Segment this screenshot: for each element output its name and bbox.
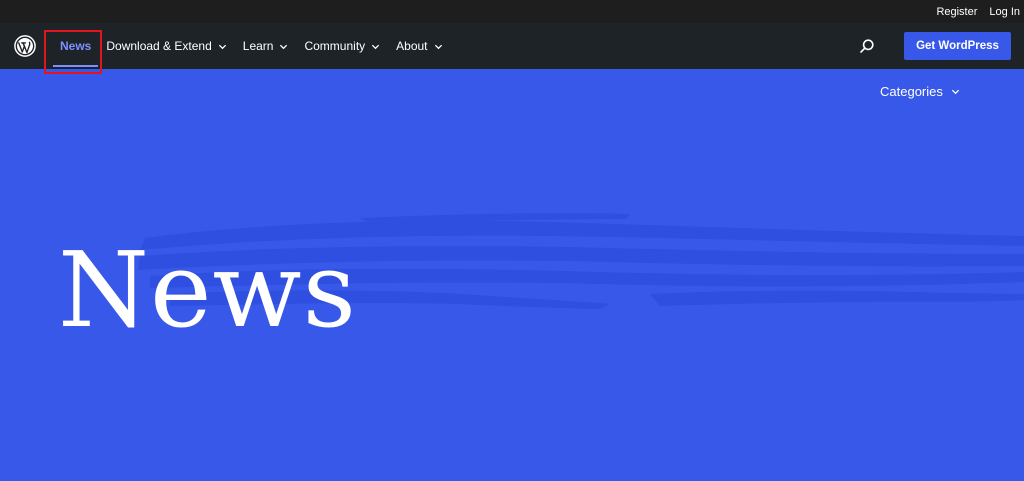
register-link[interactable]: Register	[936, 6, 977, 18]
categories-label: Categories	[880, 84, 943, 99]
categories-dropdown[interactable]: Categories	[880, 84, 960, 99]
nav-item-learn[interactable]: Learn	[243, 23, 289, 69]
nav-item-news[interactable]: News	[44, 23, 102, 74]
nav-item-label: About	[396, 39, 428, 53]
main-navigation: News Download & Extend Learn Community A…	[0, 23, 1024, 74]
chevron-down-icon	[280, 44, 288, 49]
chevron-down-icon	[372, 44, 380, 49]
top-utility-bar: Register Log In	[0, 0, 1024, 23]
nav-item-label: Community	[304, 39, 366, 53]
wordpress-logo-icon[interactable]	[14, 35, 36, 57]
nav-item-community[interactable]: Community	[304, 23, 380, 69]
nav-item-label: News	[60, 39, 92, 53]
page-title: News	[58, 229, 357, 351]
chevron-down-icon	[951, 89, 959, 95]
chevron-down-icon	[218, 44, 226, 49]
nav-item-about[interactable]: About	[396, 23, 442, 69]
nav-item-download-extend[interactable]: Download & Extend	[106, 23, 226, 69]
get-wordpress-button[interactable]: Get WordPress	[904, 32, 1011, 60]
nav-item-label: Learn	[242, 39, 274, 53]
chevron-down-icon	[434, 44, 442, 49]
nav-menu: News Download & Extend Learn Community A…	[44, 23, 443, 74]
search-icon[interactable]	[859, 38, 875, 54]
nav-item-label: Download & Extend	[106, 39, 212, 53]
login-link[interactable]: Log In	[989, 6, 1020, 18]
